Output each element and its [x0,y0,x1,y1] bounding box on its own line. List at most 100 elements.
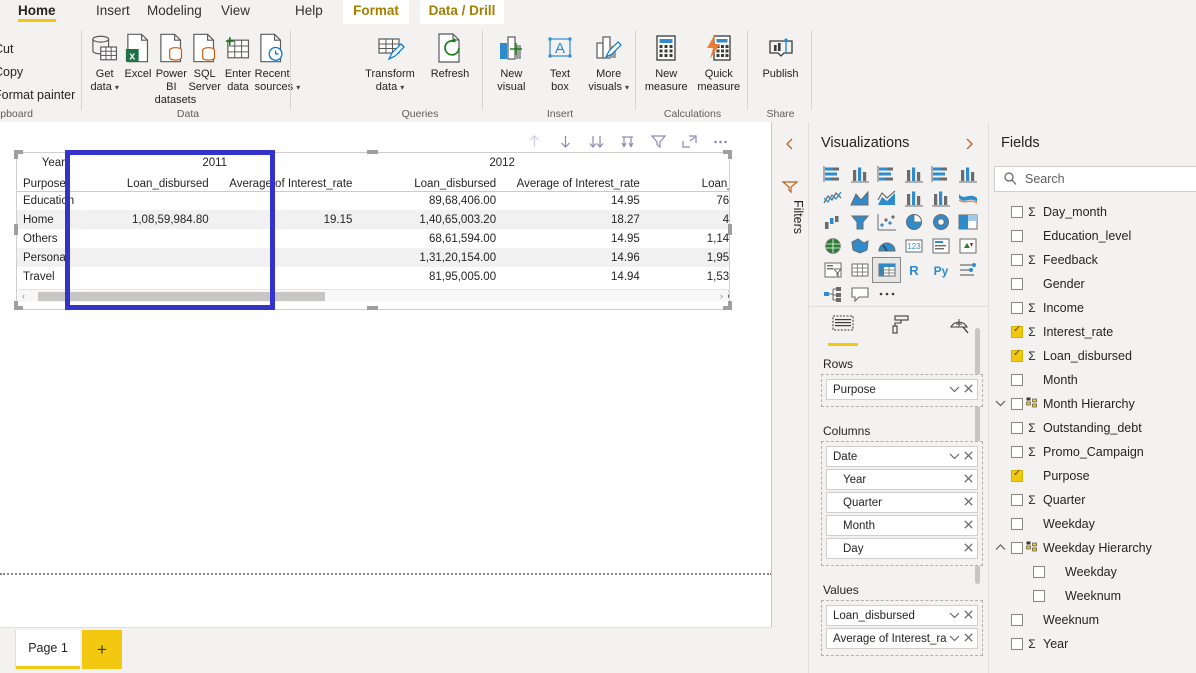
field-checkbox[interactable] [1011,470,1023,482]
field-item-loan-disbursed[interactable]: ΣLoan_disbursed [989,344,1196,368]
field-item-income[interactable]: ΣIncome [989,296,1196,320]
matrix-column-header[interactable]: Average of Interest_rate [215,172,359,191]
field-checkbox[interactable] [1011,374,1023,386]
remove-field-icon[interactable] [961,543,975,555]
page-tab-page-1[interactable]: Page 1 [16,630,80,669]
field-checkbox[interactable] [1011,542,1023,554]
field-checkbox[interactable] [1011,326,1023,338]
matrix-row-label[interactable]: Others [17,229,71,248]
ribbon-tab-insert[interactable]: Insert [86,0,140,24]
field-chip-month[interactable]: Month [826,515,978,536]
chevron-down-icon[interactable]: ▾ [115,83,119,92]
chevron-down-icon[interactable] [947,451,961,463]
remove-field-icon[interactable] [961,520,975,532]
chevron-left-icon[interactable] [782,136,798,152]
matrix-horizontal-scrollbar[interactable]: ‹ › [18,289,728,302]
slicer-icon[interactable] [819,258,846,282]
field-chip-day[interactable]: Day [826,538,978,559]
add-page-button[interactable]: + [82,630,122,669]
more-options-icon[interactable] [711,132,729,150]
field-checkbox[interactable] [1011,494,1023,506]
line-chart-icon[interactable] [819,186,846,210]
clipboard-copy-button[interactable]: Copy [0,65,23,79]
field-checkbox[interactable] [1011,350,1023,362]
chevron-down-icon[interactable] [989,399,1011,410]
fields-tab-icon[interactable] [827,312,859,346]
ribbon-button-enter-data[interactable]: Enterdata [221,28,254,94]
matrix-row-label[interactable]: Education [17,191,71,210]
chevron-up-icon[interactable] [989,543,1011,554]
ribbon-tab-home[interactable]: Home [8,0,66,24]
clipboard-format-painter-button[interactable]: Format painter [0,88,75,102]
decomposition-tree-icon[interactable] [819,282,846,306]
field-checkbox[interactable] [1011,278,1023,290]
stacked-bar-chart-icon[interactable] [819,162,846,186]
analytics-magnifier-icon[interactable] [943,312,975,346]
ribbon-tab-help[interactable]: Help [285,0,333,24]
ribbon-tab-data-drill[interactable]: Data / Drill [420,0,504,24]
multi-row-card-icon[interactable] [927,234,954,258]
field-checkbox[interactable] [1011,230,1023,242]
resize-handle-left-middle[interactable] [14,224,18,235]
line-clustered-column-chart-icon[interactable] [927,186,954,210]
ribbon-button-text-box[interactable]: ATextbox [536,28,585,94]
chevron-down-icon[interactable] [947,633,961,645]
waterfall-chart-icon[interactable] [819,210,846,234]
expand-next-level-icon[interactable] [587,132,605,150]
matrix-row-label[interactable]: Personal [17,248,71,267]
stacked-column-chart-icon[interactable] [846,162,873,186]
ribbon-tab-view[interactable]: View [211,0,260,24]
matrix-column-header[interactable]: Loan_disbursed [71,172,215,191]
remove-field-icon[interactable] [961,451,975,463]
field-checkbox[interactable] [1011,614,1023,626]
ribbon-button-sql-server[interactable]: SQLServer [188,28,221,94]
field-item-day-month[interactable]: ΣDay_month [989,200,1196,224]
field-chip-quarter[interactable]: Quarter [826,492,978,513]
field-item-month[interactable]: Month [989,368,1196,392]
remove-field-icon[interactable] [961,610,975,622]
ribbon-button-refresh[interactable]: Refresh [420,28,480,81]
100-stacked-column-chart-icon[interactable] [954,162,981,186]
resize-handle-bottom-left-v[interactable] [14,301,18,310]
ribbon-button-get-data[interactable]: Getdata▾ [88,28,121,94]
chevron-down-icon[interactable]: ▾ [400,83,404,92]
resize-handle-top-right-v[interactable] [728,150,732,159]
ribbon-chart-icon[interactable] [954,186,981,210]
resize-handle-bottom-middle[interactable] [367,306,378,310]
clustered-bar-chart-icon[interactable] [873,162,900,186]
field-item-weekday[interactable]: Weekday [989,560,1196,584]
field-checkbox[interactable] [1011,422,1023,434]
field-item-feedback[interactable]: ΣFeedback [989,248,1196,272]
ribbon-button-excel[interactable]: xExcel [121,28,154,81]
field-item-interest-rate[interactable]: ΣInterest_rate [989,320,1196,344]
matrix-row-label[interactable]: Travel [17,267,71,286]
chevron-down-icon[interactable] [947,610,961,622]
ribbon-tab-format[interactable]: Format [343,0,409,24]
field-item-weekday-hierarchy[interactable]: Weekday Hierarchy [989,536,1196,560]
remove-field-icon[interactable] [961,474,975,486]
chevron-down-icon[interactable] [947,384,961,396]
clipboard-cut-button[interactable]: Cut [0,42,13,56]
well-values[interactable]: Loan_disbursedAverage of Interest_rate [821,600,983,656]
ribbon-button-quick-measure[interactable]: Quickmeasure [693,28,746,94]
ribbon-button-new-measure[interactable]: Newmeasure [640,28,693,94]
field-checkbox[interactable] [1011,638,1023,650]
filled-map-icon[interactable] [846,234,873,258]
chevron-down-icon[interactable]: ▾ [625,83,629,92]
matrix-scroll-right-arrow[interactable]: › [720,290,723,303]
field-checkbox[interactable] [1011,518,1023,530]
ribbon-button-transform-data[interactable]: Transformdata▾ [360,28,420,94]
viz-pane-tab-strip[interactable] [827,312,975,346]
r-script-visual-icon[interactable]: R [900,258,927,282]
well-rows[interactable]: Purpose [821,374,983,407]
field-checkbox[interactable] [1033,590,1045,602]
visual-type-gallery[interactable]: 123RPy [819,162,981,306]
matrix-row-label[interactable]: Home [17,210,71,229]
key-influencers-icon[interactable] [954,258,981,282]
resize-handle-right-middle[interactable] [728,224,732,235]
field-chip-loan-disbursed[interactable]: Loan_disbursed [826,605,978,626]
line-stacked-column-chart-icon[interactable] [900,186,927,210]
field-chip-date[interactable]: Date [826,446,978,467]
qa-visual-icon[interactable] [846,282,873,306]
chevron-right-icon[interactable] [962,137,976,154]
